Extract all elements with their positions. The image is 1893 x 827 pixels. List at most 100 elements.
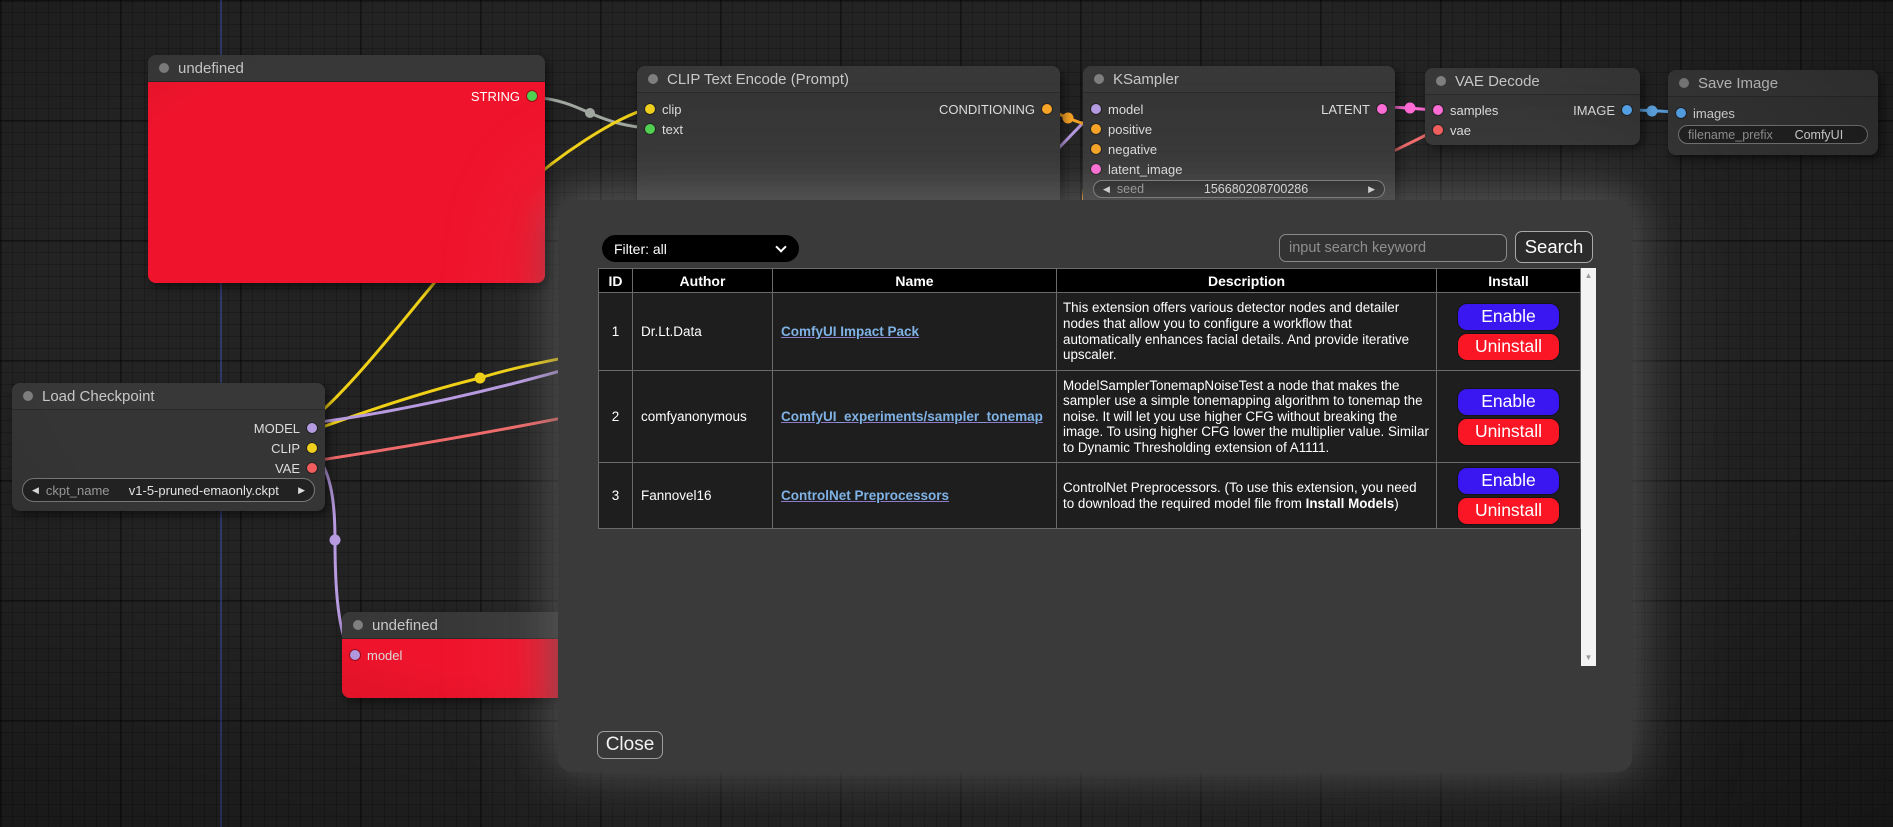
enable-button[interactable]: Enable xyxy=(1458,304,1559,330)
cell-description: This extension offers various detector n… xyxy=(1057,293,1437,371)
next-arrow-icon[interactable]: ▶ xyxy=(298,485,305,496)
wire-latent-dot[interactable] xyxy=(1405,103,1416,114)
node-vae-decode[interactable]: VAE Decode samples vae IMAGE xyxy=(1425,68,1640,145)
scroll-down-icon[interactable]: ▼ xyxy=(1585,650,1593,666)
output-label: VAE xyxy=(275,461,300,476)
seed-widget[interactable]: ◀ seed 156680208700286 ▶ xyxy=(1093,180,1385,198)
node-status-dot xyxy=(1094,74,1104,84)
output-label: LATENT xyxy=(1321,102,1370,117)
wire-image-dot[interactable] xyxy=(1647,106,1658,117)
extension-manager-dialog: Filter: all Search ID Author Name Descri… xyxy=(558,200,1632,772)
cell-id: 1 xyxy=(599,293,633,371)
node-save-image[interactable]: Save Image images filename_prefix ComfyU… xyxy=(1668,70,1878,155)
output-label: CLIP xyxy=(271,441,300,456)
filter-select[interactable]: Filter: all xyxy=(602,235,799,262)
col-header-id: ID xyxy=(599,269,633,293)
cell-description: ModelSamplerTonemapNoiseTest a node that… xyxy=(1057,371,1437,463)
previous-arrow-icon[interactable]: ◀ xyxy=(32,485,39,496)
output-label: CONDITIONING xyxy=(939,102,1035,117)
table-scrollbar[interactable]: ▲ ▼ xyxy=(1581,268,1596,666)
input-label: vae xyxy=(1450,123,1471,138)
input-label: model xyxy=(367,648,402,663)
input-label: latent_image xyxy=(1108,162,1182,177)
node-error-body: STRING xyxy=(148,82,545,283)
wire-clip-dot[interactable] xyxy=(475,373,486,384)
filename-prefix-widget[interactable]: filename_prefix ComfyUI xyxy=(1678,125,1868,144)
node-title-bar[interactable]: VAE Decode xyxy=(1425,68,1640,95)
widget-value: ComfyUI xyxy=(1780,128,1858,142)
node-clip-text-encode[interactable]: CLIP Text Encode (Prompt) clip text COND… xyxy=(637,66,1060,211)
node-title-bar[interactable]: undefined xyxy=(148,55,545,82)
node-undefined-top[interactable]: undefined STRING xyxy=(148,55,545,283)
table-row: 1 Dr.Lt.Data ComfyUI Impact Pack This ex… xyxy=(599,293,1581,371)
output-label: IMAGE xyxy=(1573,103,1615,118)
cell-author: Dr.Lt.Data xyxy=(633,293,773,371)
uninstall-button[interactable]: Uninstall xyxy=(1458,334,1559,360)
table-row: 2 comfyanonymous ComfyUI_experiments/sam… xyxy=(599,371,1581,463)
widget-value: 156680208700286 xyxy=(1151,182,1361,196)
input-port-model[interactable] xyxy=(350,650,360,660)
ckpt-name-widget[interactable]: ◀ ckpt_name v1-5-pruned-emaonly.ckpt ▶ xyxy=(22,478,315,502)
node-title-bar[interactable]: Load Checkpoint xyxy=(12,383,325,410)
widget-label: ckpt_name xyxy=(46,483,110,498)
node-graph-canvas[interactable]: undefined STRING CLIP Text Encode (Promp… xyxy=(0,0,1893,827)
output-port-conditioning[interactable] xyxy=(1042,104,1052,114)
node-title-bar[interactable]: CLIP Text Encode (Prompt) xyxy=(637,66,1060,93)
cell-id: 2 xyxy=(599,371,633,463)
node-load-checkpoint[interactable]: Load Checkpoint MODEL CLIP VAE ◀ ckpt_na… xyxy=(12,383,325,511)
output-port-model[interactable] xyxy=(307,423,317,433)
node-status-dot xyxy=(648,74,658,84)
output-port-latent[interactable] xyxy=(1377,104,1387,114)
decrement-arrow-icon[interactable]: ◀ xyxy=(1103,184,1110,195)
cell-description: ControlNet Preprocessors. (To use this e… xyxy=(1057,463,1437,529)
enable-button[interactable]: Enable xyxy=(1458,468,1559,494)
output-port-string[interactable] xyxy=(527,91,537,101)
output-port-clip[interactable] xyxy=(307,443,317,453)
extension-link[interactable]: ComfyUI Impact Pack xyxy=(781,324,919,339)
input-port-vae[interactable] xyxy=(1433,125,1443,135)
node-title: undefined xyxy=(372,617,438,634)
enable-button[interactable]: Enable xyxy=(1458,389,1559,415)
wire-model-dot[interactable] xyxy=(330,535,341,546)
node-title: KSampler xyxy=(1113,71,1179,88)
node-title-bar[interactable]: Save Image xyxy=(1668,70,1878,97)
scroll-up-icon[interactable]: ▲ xyxy=(1585,268,1593,284)
cell-id: 3 xyxy=(599,463,633,529)
node-status-dot xyxy=(353,620,363,630)
wire-string-dot[interactable] xyxy=(585,108,595,118)
input-port-latent-image[interactable] xyxy=(1091,164,1101,174)
input-label: images xyxy=(1693,106,1735,121)
cell-author: Fannovel16 xyxy=(633,463,773,529)
wire-cond-dot[interactable] xyxy=(1063,113,1074,124)
increment-arrow-icon[interactable]: ▶ xyxy=(1368,184,1375,195)
search-button[interactable]: Search xyxy=(1515,231,1593,263)
widget-value: v1-5-pruned-emaonly.ckpt xyxy=(117,483,292,498)
input-port-images[interactable] xyxy=(1676,108,1686,118)
col-header-install: Install xyxy=(1437,269,1581,293)
input-port-text[interactable] xyxy=(645,124,655,134)
input-port-negative[interactable] xyxy=(1091,144,1101,154)
extension-link[interactable]: ControlNet Preprocessors xyxy=(781,488,949,503)
cell-author: comfyanonymous xyxy=(633,371,773,463)
node-title-bar[interactable]: KSampler xyxy=(1083,66,1395,93)
extension-link[interactable]: ComfyUI_experiments/sampler_tonemap xyxy=(781,409,1043,424)
widget-label: seed xyxy=(1117,182,1144,196)
output-port-vae[interactable] xyxy=(307,463,317,473)
uninstall-button[interactable]: Uninstall xyxy=(1458,498,1559,524)
node-ksampler[interactable]: KSampler model positive negative latent_… xyxy=(1083,66,1395,211)
search-input[interactable] xyxy=(1279,234,1507,262)
output-port-image[interactable] xyxy=(1622,105,1632,115)
node-title: VAE Decode xyxy=(1455,73,1540,90)
output-label: MODEL xyxy=(254,421,300,436)
node-title: undefined xyxy=(178,60,244,77)
uninstall-button[interactable]: Uninstall xyxy=(1458,419,1559,445)
extension-table: ID Author Name Description Install 1 Dr.… xyxy=(598,268,1581,529)
widget-label: filename_prefix xyxy=(1688,128,1773,142)
col-header-description: Description xyxy=(1057,269,1437,293)
input-port-positive[interactable] xyxy=(1091,124,1101,134)
input-label: text xyxy=(662,122,683,137)
node-title: Save Image xyxy=(1698,75,1778,92)
close-button[interactable]: Close xyxy=(597,731,663,759)
node-status-dot xyxy=(1436,76,1446,86)
node-status-dot xyxy=(159,63,169,73)
